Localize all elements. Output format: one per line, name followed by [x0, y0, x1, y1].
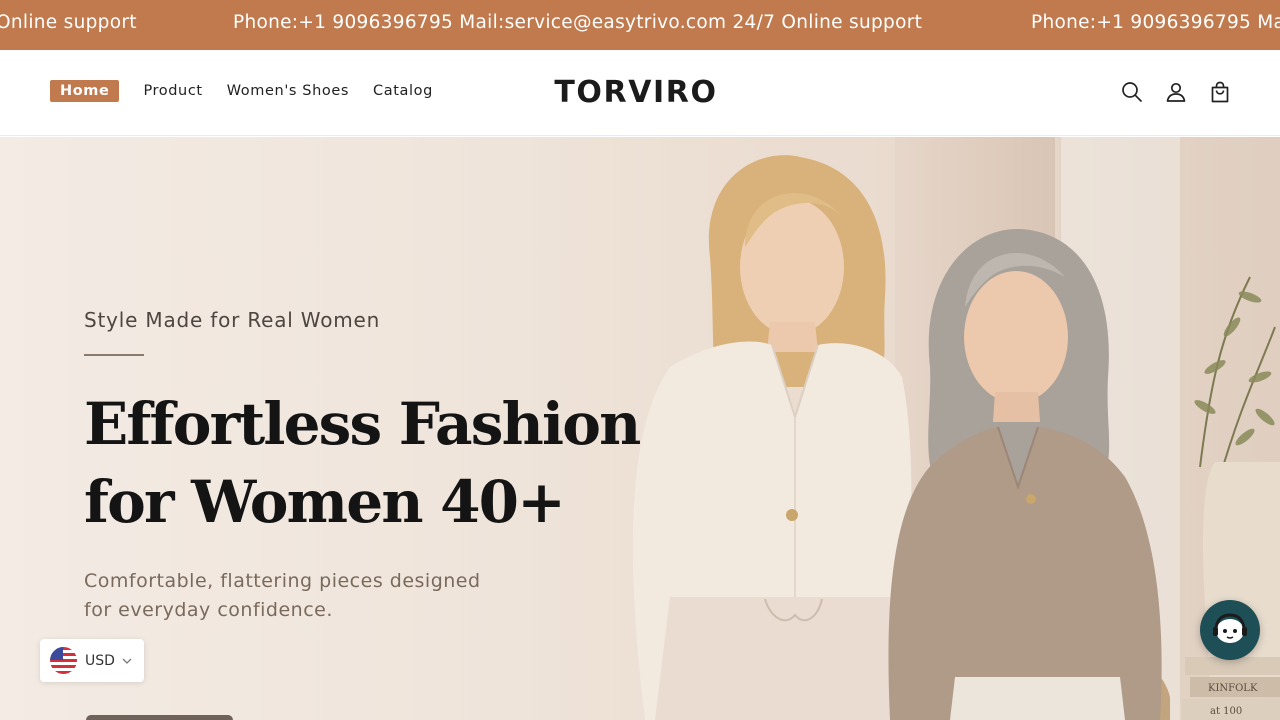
- announcement-text-center: Phone:+1 9096396795 Mail:service@easytri…: [233, 12, 923, 33]
- model-left: [632, 155, 912, 720]
- site-header: Home Product Women's Shoes Catalog TORVI…: [0, 50, 1280, 136]
- model-right: [888, 228, 1162, 720]
- hero-subtext-line2: for everyday confidence.: [84, 599, 333, 621]
- book-label-2: at 100: [1210, 706, 1242, 717]
- brand-logo[interactable]: TORVIRO: [0, 75, 1272, 110]
- hero-headline: Effortless Fashion for Women 40+: [84, 385, 644, 541]
- hero-cta-button[interactable]: [86, 715, 233, 720]
- hero-divider: [84, 354, 144, 356]
- hero-banner: KINFOLK at 100 Style Made for Real Women…: [0, 137, 1280, 720]
- hero-models-image: KINFOLK at 100: [632, 155, 1280, 720]
- hero-headline-line1: Effortless Fashion: [84, 390, 641, 458]
- account-icon[interactable]: [1164, 80, 1188, 104]
- chevron-down-icon: [122, 658, 132, 664]
- chat-support-icon: [1213, 613, 1247, 643]
- currency-label: USD: [85, 652, 115, 669]
- currency-selector[interactable]: USD: [40, 639, 144, 682]
- book-label-1: KINFOLK: [1208, 683, 1258, 694]
- books-decoration: KINFOLK at 100: [1182, 657, 1280, 720]
- hero-eyebrow: Style Made for Real Women: [84, 308, 381, 332]
- hero-subtext-line1: Comfortable, flattering pieces designed: [84, 570, 481, 592]
- hero-subtext: Comfortable, flattering pieces designed …: [84, 567, 481, 625]
- cart-icon[interactable]: [1208, 80, 1232, 104]
- announcement-text-left: Online support: [0, 12, 137, 33]
- search-icon[interactable]: [1120, 80, 1144, 104]
- us-flag-icon: [50, 647, 77, 674]
- announcement-bar: Online support Phone:+1 9096396795 Mail:…: [0, 0, 1280, 50]
- announcement-text-right: Phone:+1 9096396795 Mail:service@easytri…: [1031, 12, 1280, 33]
- hero-headline-line2: for Women 40+: [84, 468, 566, 536]
- chat-support-button[interactable]: [1200, 600, 1260, 660]
